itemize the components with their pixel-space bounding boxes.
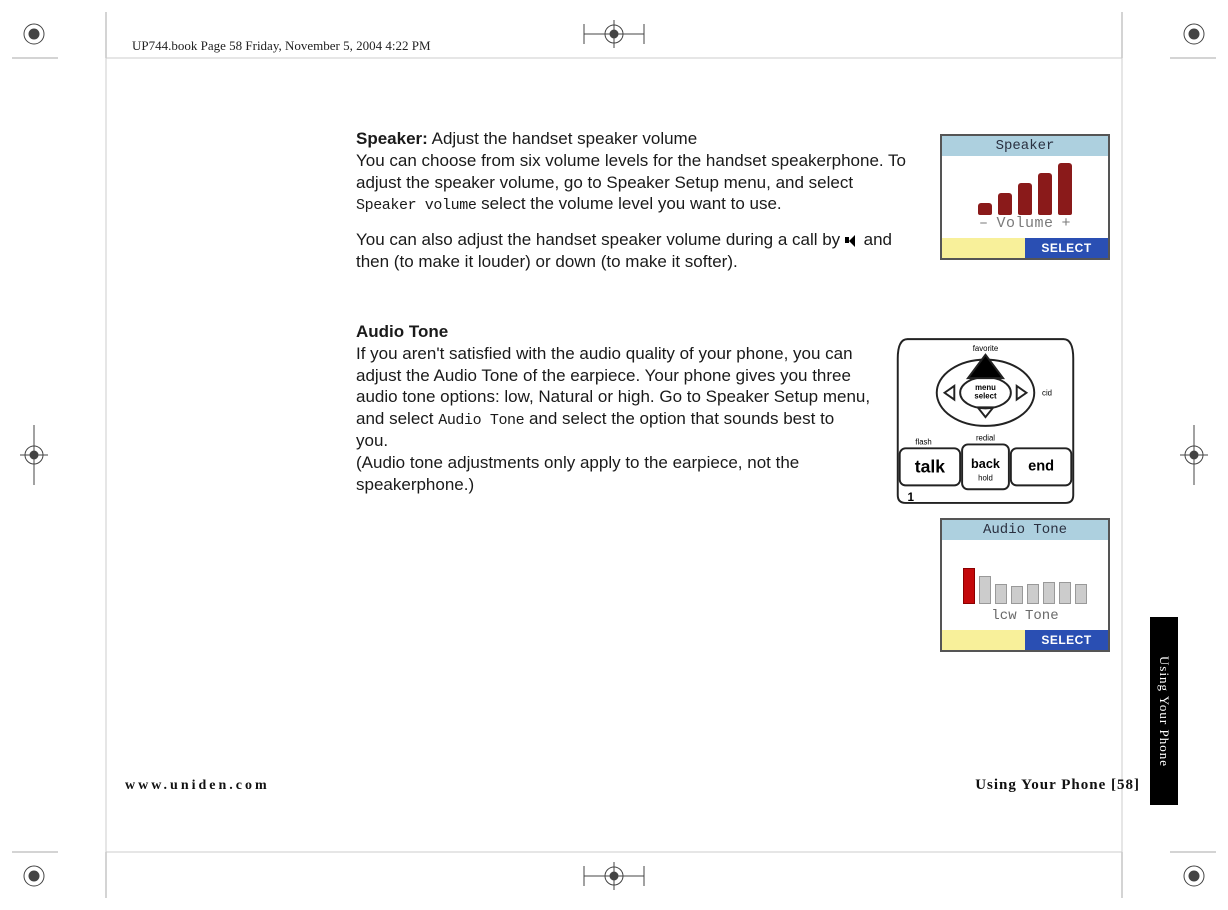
menu-audio-tone: Audio Tone [438, 412, 524, 429]
menu-speaker-volume: Speaker volume [356, 197, 476, 214]
speaker-icon [845, 234, 859, 248]
svg-text:redial: redial [976, 434, 995, 443]
volume-minus: – [979, 215, 989, 232]
handset-illustration: favorite menu select cid flash redial ta… [888, 338, 1083, 506]
footer-page: Using Your Phone [58] [975, 777, 1140, 794]
volume-label: Volume [996, 215, 1053, 232]
fig-speaker-title: Speaker [942, 136, 1108, 156]
audiotone-para2: (Audio tone adjustments only apply to th… [356, 453, 799, 494]
svg-text:back: back [971, 457, 1001, 471]
svg-text:1: 1 [908, 491, 915, 504]
svg-text:talk: talk [915, 457, 945, 477]
equalizer-bars [963, 558, 1087, 604]
fig-audiotone-title: Audio Tone [942, 520, 1108, 540]
volume-bars [978, 156, 1072, 215]
audiotone-section: Audio Tone If you aren't satisfied with … [356, 321, 871, 495]
fig-audiotone-label: lcw Tone [991, 608, 1058, 624]
section-tab: Using Your Phone [1150, 617, 1178, 805]
print-meta: UP744.book Page 58 Friday, November 5, 2… [132, 38, 431, 54]
svg-text:hold: hold [978, 474, 993, 483]
volume-plus: + [1062, 215, 1072, 232]
label-favorite: favorite [973, 344, 999, 353]
figure-speaker-volume: Speaker – Volume + SELECT [940, 134, 1110, 260]
speaker-para1b: select the volume level you want to use. [476, 194, 781, 213]
audiotone-heading: Audio Tone [356, 322, 448, 341]
speaker-section: Speaker: Adjust the handset speaker volu… [356, 128, 916, 283]
svg-text:cid: cid [1042, 389, 1052, 398]
svg-text:select: select [974, 392, 997, 401]
speaker-para2a: You can also adjust the handset speaker … [356, 230, 845, 249]
speaker-heading-rest: Adjust the handset speaker volume [428, 129, 697, 148]
fig-audiotone-select: SELECT [1025, 630, 1108, 650]
footer-url: www.uniden.com [125, 778, 270, 794]
figure-audio-tone: Audio Tone lcw Tone SELECT [940, 518, 1110, 652]
svg-text:menu: menu [975, 383, 996, 392]
svg-text:end: end [1028, 459, 1054, 475]
speaker-para1a: You can choose from six volume levels fo… [356, 151, 906, 192]
svg-text:flash: flash [915, 437, 931, 446]
fig-speaker-select: SELECT [1025, 238, 1108, 258]
speaker-heading: Speaker: [356, 129, 428, 148]
